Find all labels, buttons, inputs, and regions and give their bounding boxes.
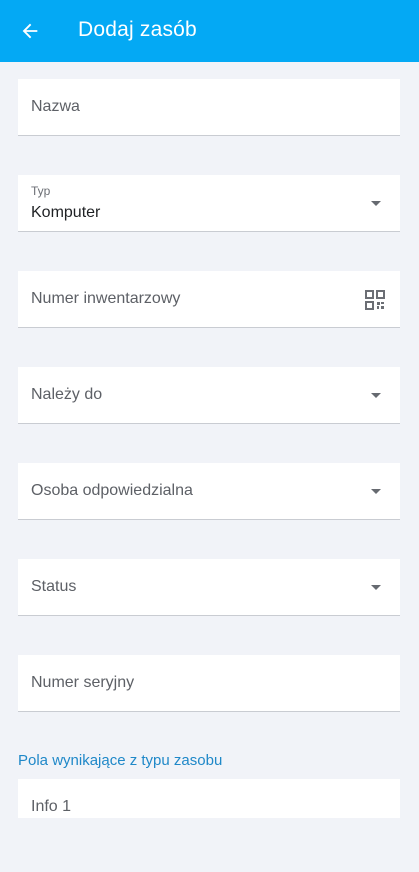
type-fields-section-title: Pola wynikające z typu zasobu — [18, 752, 223, 769]
info1-label: Info 1 — [31, 798, 72, 815]
inventory-number-label: Numer inwentarzowy — [31, 290, 181, 307]
back-button[interactable] — [16, 17, 44, 45]
bottom-area — [0, 818, 419, 872]
dropdown-arrow-icon — [371, 585, 381, 590]
info1-field[interactable]: Info 1 — [18, 779, 400, 819]
serial-number-label: Numer seryjny — [31, 674, 135, 691]
responsible-person-select[interactable]: Osoba odpowiedzialna — [18, 463, 400, 520]
qr-code-icon[interactable] — [365, 290, 385, 310]
app-bar: Dodaj zasób — [0, 0, 419, 62]
dropdown-arrow-icon — [371, 489, 381, 494]
serial-number-field[interactable]: Numer seryjny — [18, 655, 400, 712]
type-select-value: Komputer — [31, 204, 101, 221]
status-label: Status — [31, 578, 77, 595]
belongs-to-select[interactable]: Należy do — [18, 367, 400, 424]
dropdown-arrow-icon — [371, 201, 381, 206]
name-field[interactable]: Nazwa — [18, 79, 400, 136]
status-select[interactable]: Status — [18, 559, 400, 616]
dropdown-arrow-icon — [371, 393, 381, 398]
belongs-to-label: Należy do — [31, 386, 103, 403]
name-field-label: Nazwa — [31, 98, 80, 115]
type-select-label: Typ — [31, 184, 51, 198]
page-title: Dodaj zasób — [78, 18, 197, 41]
arrow-back-icon — [22, 23, 38, 39]
responsible-person-label: Osoba odpowiedzialna — [31, 482, 193, 499]
type-select[interactable]: Typ Komputer — [18, 175, 400, 232]
inventory-number-field[interactable]: Numer inwentarzowy — [18, 271, 400, 328]
